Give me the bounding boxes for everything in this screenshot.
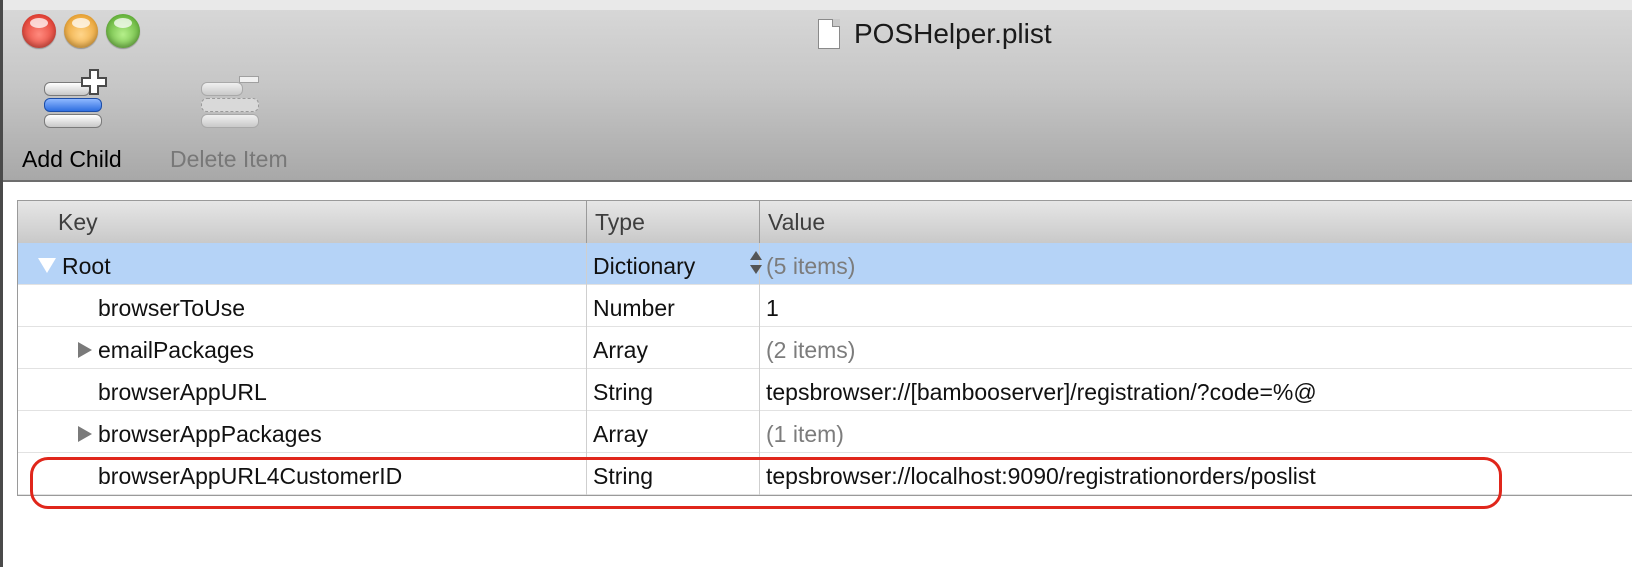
- type-cell[interactable]: Array: [587, 327, 760, 369]
- type-cell[interactable]: Array: [587, 411, 760, 453]
- key-label: browserAppPackages: [98, 421, 322, 447]
- table-row[interactable]: browserToUse Number 1: [18, 285, 1632, 327]
- key-cell: browserAppURL: [18, 369, 587, 411]
- delete-item-button[interactable]: Delete Item: [170, 70, 288, 173]
- window-top-strip: [0, 0, 1632, 10]
- add-child-icon: [34, 69, 110, 136]
- table-row[interactable]: browserAppPackages Array (1 item): [18, 411, 1632, 453]
- zoom-button[interactable]: [106, 14, 140, 48]
- key-cell: browserAppPackages: [18, 411, 587, 453]
- delete-item-icon: [191, 70, 267, 136]
- table-row[interactable]: browserAppURL4CustomerID String tepsbrow…: [18, 453, 1632, 495]
- window-toolbar: POSHelper.plist Add Child Delete Item: [0, 10, 1632, 182]
- table-row-root[interactable]: Root Dictionary (5 items): [18, 243, 1632, 285]
- key-cell: emailPackages: [18, 327, 587, 369]
- value-cell[interactable]: tepsbrowser://[bambooserver]/registratio…: [760, 369, 1632, 411]
- type-cell[interactable]: String: [587, 369, 760, 411]
- key-cell: Root: [18, 243, 587, 285]
- header-type[interactable]: Type: [587, 201, 760, 243]
- type-label: Dictionary: [593, 253, 696, 279]
- disclosure-closed-icon[interactable]: [78, 426, 92, 442]
- window-title: POSHelper.plist: [854, 18, 1052, 49]
- type-cell[interactable]: Dictionary: [587, 243, 762, 285]
- window-controls: [22, 14, 140, 48]
- document-icon: [818, 19, 840, 49]
- key-label: browserAppURL4CustomerID: [98, 463, 403, 489]
- disclosure-open-icon[interactable]: [38, 258, 56, 273]
- minimize-button[interactable]: [64, 14, 98, 48]
- value-cell[interactable]: (5 items): [760, 243, 1632, 285]
- plist-table: Key Type Value Root Dictionary (5 items)…: [17, 200, 1632, 496]
- disclosure-closed-icon[interactable]: [78, 342, 92, 358]
- key-cell: browserAppURL4CustomerID: [18, 453, 587, 495]
- add-child-label: Add Child: [22, 146, 122, 172]
- value-cell[interactable]: tepsbrowser://localhost:9090/registratio…: [760, 453, 1632, 495]
- window-left-edge: [0, 0, 3, 567]
- value-cell[interactable]: 1: [760, 285, 1632, 327]
- table-row[interactable]: emailPackages Array (2 items): [18, 327, 1632, 369]
- header-value[interactable]: Value: [760, 201, 1632, 243]
- table-header: Key Type Value: [18, 201, 1632, 244]
- key-label: browserAppURL: [98, 379, 267, 405]
- key-label: emailPackages: [98, 337, 254, 363]
- value-cell[interactable]: (2 items): [760, 327, 1632, 369]
- key-cell: browserToUse: [18, 285, 587, 327]
- close-button[interactable]: [22, 14, 56, 48]
- type-cell[interactable]: Number: [587, 285, 760, 327]
- title-area: POSHelper.plist: [818, 18, 1052, 50]
- type-cell[interactable]: String: [587, 453, 760, 495]
- header-key[interactable]: Key: [18, 201, 587, 243]
- table-row[interactable]: browserAppURL String tepsbrowser://[bamb…: [18, 369, 1632, 411]
- key-label: Root: [62, 253, 111, 279]
- key-label: browserToUse: [98, 295, 245, 321]
- value-cell[interactable]: (1 item): [760, 411, 1632, 453]
- add-child-button[interactable]: Add Child: [22, 69, 122, 173]
- delete-item-label: Delete Item: [170, 146, 288, 172]
